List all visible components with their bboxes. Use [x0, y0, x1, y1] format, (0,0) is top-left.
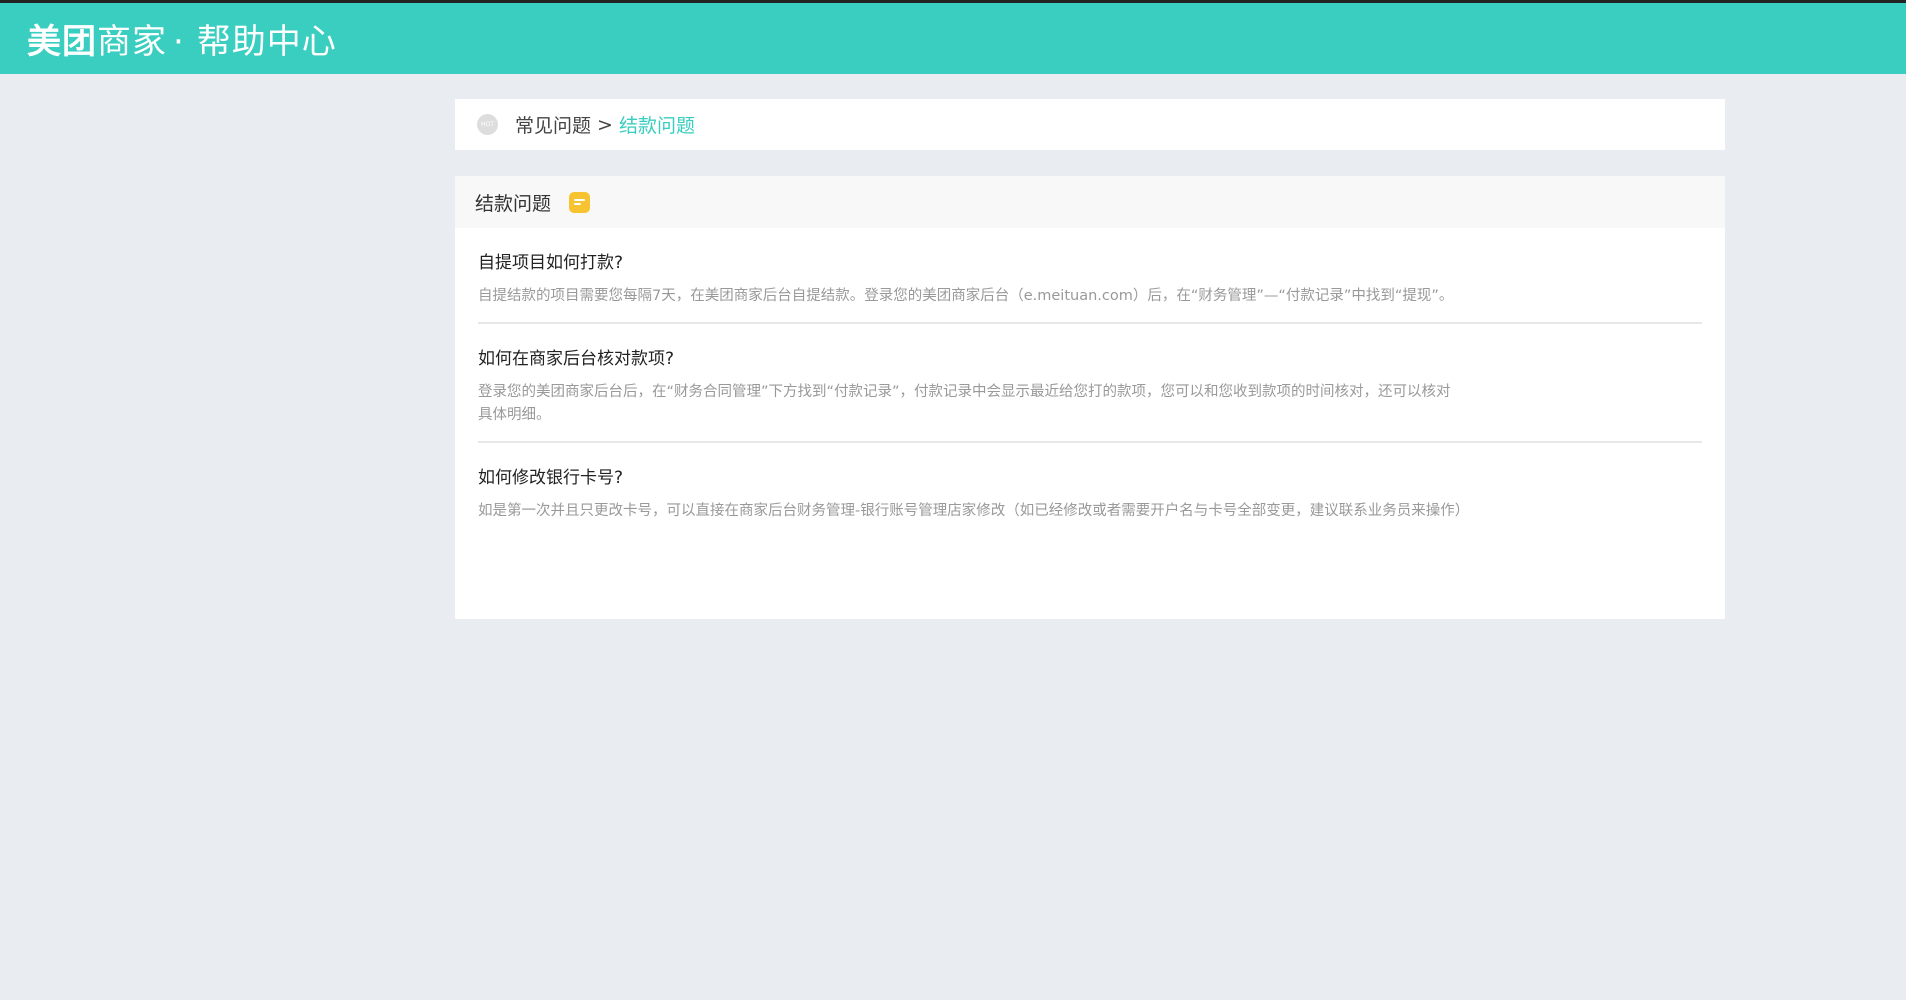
logo-dot: · [173, 22, 185, 62]
faq-answer: 登录您的美团商家后台后，在“财务合同管理”下方找到“付款记录”，付款记录中会显示… [478, 384, 1451, 423]
faq-question: 如何修改银行卡号? [478, 468, 624, 488]
faq-question: 自提项目如何打款? [478, 253, 624, 273]
breadcrumb-separator: > [597, 113, 613, 136]
breadcrumb: HOT 常见问题 > 结款问题 [455, 99, 1725, 150]
header: 美团商家 · 帮助中心 [0, 3, 1906, 74]
faq-item: 如何修改银行卡号? 如是第一次并且只更改卡号，可以直接在商家后台财务管理-银行账… [478, 443, 1702, 537]
breadcrumb-current: 结款问题 [618, 115, 695, 137]
note-icon [569, 191, 591, 213]
faq-item: 自提项目如何打款? 自提结款的项目需要您每隔7天，在美团商家后台自提结款。登录您… [478, 228, 1702, 324]
section-header: 结款问题 [455, 176, 1725, 228]
logo-brand-bold: 美团 [27, 22, 97, 62]
hot-icon: HOT [477, 114, 498, 135]
breadcrumb-parent[interactable]: 常见问题 [515, 111, 591, 138]
faq-question: 如何在商家后台核对款项? [478, 349, 675, 369]
faq-answer: 自提结款的项目需要您每隔7天，在美团商家后台自提结款。登录您的美团商家后台（e.… [478, 288, 1454, 304]
logo[interactable]: 美团商家 · 帮助中心 [27, 14, 337, 63]
faq-answer: 如是第一次并且只更改卡号，可以直接在商家后台财务管理-银行账号管理店家修改（如已… [478, 503, 1470, 519]
faq-section: 结款问题 自提项目如何打款? 自提结款的项目需要您每隔7天，在美团商家后台自提结… [455, 176, 1725, 619]
logo-brand-rest: 商家 [97, 22, 167, 62]
faq-item: 如何在商家后台核对款项? 登录您的美团商家后台后，在“财务合同管理”下方找到“付… [478, 324, 1702, 443]
section-title: 结款问题 [475, 192, 552, 215]
logo-subtitle: 帮助中心 [196, 22, 337, 62]
